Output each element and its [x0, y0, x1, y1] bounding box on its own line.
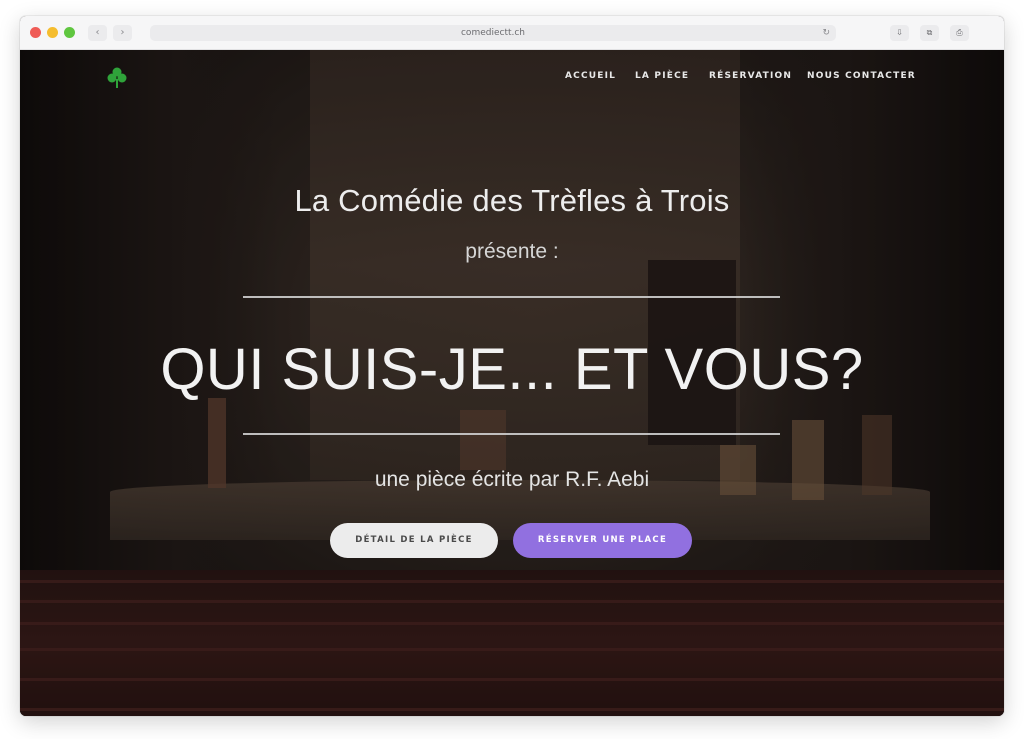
- browser-toolbar: ‹ › comediectt.ch ↻ ⇩ ⧉ ⎙: [20, 16, 1004, 50]
- reload-icon[interactable]: ↻: [822, 25, 830, 41]
- download-button[interactable]: ⇩: [890, 25, 909, 41]
- address-bar[interactable]: comediectt.ch ↻: [150, 25, 836, 41]
- nav-item-la-piece[interactable]: LA PIÈCE: [635, 71, 689, 81]
- nav-item-nous-contacter[interactable]: NOUS CONTACTER: [807, 71, 916, 81]
- forward-button[interactable]: ›: [113, 25, 132, 41]
- play-detail-button[interactable]: DÉTAIL DE LA PIÈCE: [330, 523, 498, 558]
- nav-item-accueil[interactable]: ACCUEIL: [565, 71, 616, 81]
- minimize-window-button[interactable]: [47, 27, 58, 38]
- author-text: une pièce écrite par R.F. Aebi: [374, 468, 650, 491]
- divider-bottom: [243, 433, 780, 435]
- company-name: La Comédie des Trèfles à Trois: [294, 183, 730, 218]
- print-button[interactable]: ⎙: [950, 25, 969, 41]
- browser-window: ‹ › comediectt.ch ↻ ⇩ ⧉ ⎙ ACCUEIL LA PIÈ…: [20, 16, 1004, 716]
- clover-icon[interactable]: [104, 64, 130, 90]
- download-icon: ⇩: [896, 28, 903, 37]
- hero-section: ACCUEIL LA PIÈCE RÉSERVATION NOUS CONTAC…: [20, 50, 1004, 716]
- reserve-seat-button[interactable]: RÉSERVER UNE PLACE: [513, 523, 692, 558]
- chevron-left-icon: ‹: [95, 27, 100, 38]
- nav-item-reservation[interactable]: RÉSERVATION: [709, 71, 792, 81]
- copy-button[interactable]: ⧉: [920, 25, 939, 41]
- presents-text: présente :: [465, 240, 559, 263]
- window-controls: [30, 27, 75, 38]
- copy-icon: ⧉: [926, 28, 933, 37]
- play-title: QUI SUIS-JE... ET VOUS?: [160, 337, 864, 402]
- maximize-window-button[interactable]: [64, 27, 75, 38]
- chevron-right-icon: ›: [120, 27, 125, 38]
- url-text: comediectt.ch: [460, 28, 526, 38]
- print-icon: ⎙: [956, 28, 963, 37]
- back-button[interactable]: ‹: [88, 25, 107, 41]
- divider-top: [243, 296, 780, 298]
- close-window-button[interactable]: [30, 27, 41, 38]
